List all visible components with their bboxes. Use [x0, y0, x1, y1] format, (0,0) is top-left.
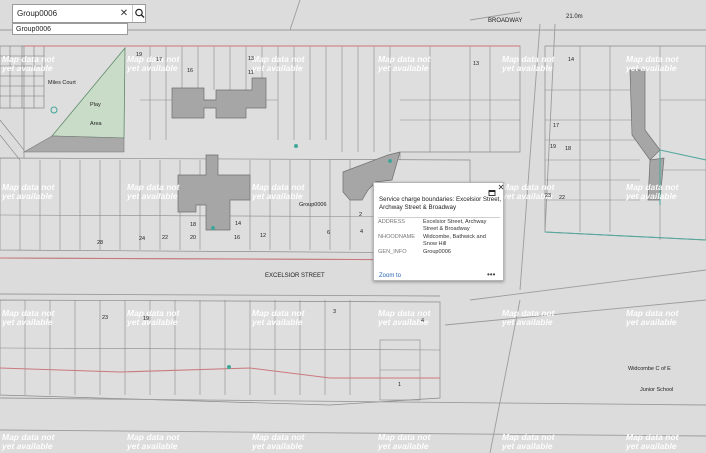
block-right — [544, 45, 706, 241]
watermark-text: yet available — [251, 63, 303, 73]
house-number: 20 — [190, 235, 196, 241]
clear-icon[interactable]: ✕ — [117, 6, 131, 21]
watermark-text: yet available — [625, 441, 677, 451]
attribute-value: Excelsior Street, Archway Street & Broad… — [423, 219, 487, 232]
house-number: 23 — [102, 315, 108, 321]
watermark-text: yet available — [501, 441, 553, 451]
attribute-row-nhoodname: NHOODNAME Widcombe, Bathwick and Snow Hi… — [378, 234, 502, 249]
label-group: Group0006 — [299, 202, 327, 208]
watermark-text: yet available — [625, 63, 677, 73]
watermark-text: yet available — [251, 441, 303, 451]
close-icon[interactable]: ✕ — [497, 183, 505, 193]
house-number: 24 — [139, 236, 145, 242]
watermark-text: yet available — [126, 63, 178, 73]
house-number: 13 — [473, 61, 479, 67]
search-input[interactable] — [13, 5, 121, 22]
popup-divider — [378, 217, 500, 218]
popup-title: Service charge boundaries: Excelsior Str… — [379, 196, 502, 211]
house-number: 6 — [327, 230, 330, 236]
point-marker[interactable] — [227, 365, 231, 369]
house-number: 1 — [398, 382, 401, 388]
house-number: 2 — [359, 212, 362, 218]
house-number: 3 — [333, 309, 336, 315]
magnifier-icon — [135, 8, 145, 18]
label-widcombe: Widcombe C of E — [628, 366, 671, 372]
watermark-text: yet available — [501, 63, 553, 73]
search-box: ✕ — [12, 4, 146, 23]
label-play: Play — [90, 102, 101, 108]
watermark-text: yet available — [1, 63, 53, 73]
house-number: 4 — [360, 229, 363, 235]
house-number: 17 — [553, 123, 559, 129]
watermark-text: yet available — [126, 441, 178, 451]
point-marker[interactable] — [211, 226, 215, 230]
more-actions-icon[interactable]: ••• — [487, 271, 495, 279]
block-lower — [0, 299, 441, 406]
feature-popup: ✕ Service charge boundaries: Excelsior S… — [373, 182, 504, 281]
house-number: 19 — [550, 144, 556, 150]
house-number: 16 — [187, 68, 193, 74]
watermark-text: yet available — [251, 191, 303, 201]
house-number: 16 — [234, 235, 240, 241]
house-number: 17 — [156, 57, 162, 63]
label-miles-court: Miles Court — [48, 80, 76, 86]
house-number: 4 — [421, 318, 424, 324]
house-number: 18 — [190, 222, 196, 228]
watermark-text: yet available — [377, 63, 429, 73]
search-button[interactable] — [132, 5, 147, 22]
watermark-text: yet available — [501, 317, 553, 327]
watermark-text: yet available — [377, 441, 429, 451]
attribute-value: Widcombe, Bathwick and Snow Hill — [423, 234, 486, 247]
attribute-table: ADDRESS Excelsior Street, Archway Street… — [378, 219, 502, 259]
zoom-to-link[interactable]: Zoom to — [379, 273, 401, 280]
label-excelsior-street: EXCELSIOR STREET — [265, 273, 325, 279]
house-number: 19 — [143, 316, 149, 322]
attribute-key: NHOODNAME — [378, 234, 415, 240]
house-number: 23 — [545, 193, 551, 199]
label-broadway: BROADWAY — [488, 18, 522, 24]
attribute-key: ADDRESS — [378, 219, 406, 225]
attribute-row-address: ADDRESS Excelsior Street, Archway Street… — [378, 219, 502, 234]
attribute-row-gen-info: GEN_INFO Group0006 — [378, 249, 502, 259]
house-number: 18 — [565, 146, 571, 152]
search-suggestion[interactable]: Group0006 — [12, 23, 128, 35]
label-junior-school: Junior School — [640, 387, 673, 393]
attribute-value: Group0006 — [423, 249, 451, 255]
label-level: 21.0m — [566, 14, 583, 20]
house-number: 14 — [568, 57, 574, 63]
label-area: Area — [90, 121, 103, 127]
watermark-text: yet available — [251, 317, 303, 327]
house-number: 22 — [162, 235, 168, 241]
watermark-text: yet available — [1, 317, 53, 327]
house-number: 14 — [235, 221, 241, 227]
house-number: 28 — [97, 240, 103, 246]
house-number: 12 — [260, 233, 266, 239]
attribute-key: GEN_INFO — [378, 249, 407, 255]
house-number: 11 — [248, 70, 254, 76]
watermark-text: yet available — [1, 441, 53, 451]
watermark-text: yet available — [1, 191, 53, 201]
maximize-icon[interactable] — [488, 184, 496, 196]
watermark-text: yet available — [126, 191, 178, 201]
point-marker[interactable] — [388, 159, 392, 163]
point-marker[interactable] — [294, 144, 298, 148]
watermark-text: yet available — [625, 317, 677, 327]
map-canvas[interactable]: Map data notyet availableMap data notyet… — [0, 0, 706, 453]
house-number: 22 — [559, 195, 565, 201]
house-number: 19 — [136, 52, 142, 58]
watermark-text: yet available — [126, 317, 178, 327]
watermark-text: yet available — [625, 191, 677, 201]
house-number: 13 — [248, 56, 254, 62]
